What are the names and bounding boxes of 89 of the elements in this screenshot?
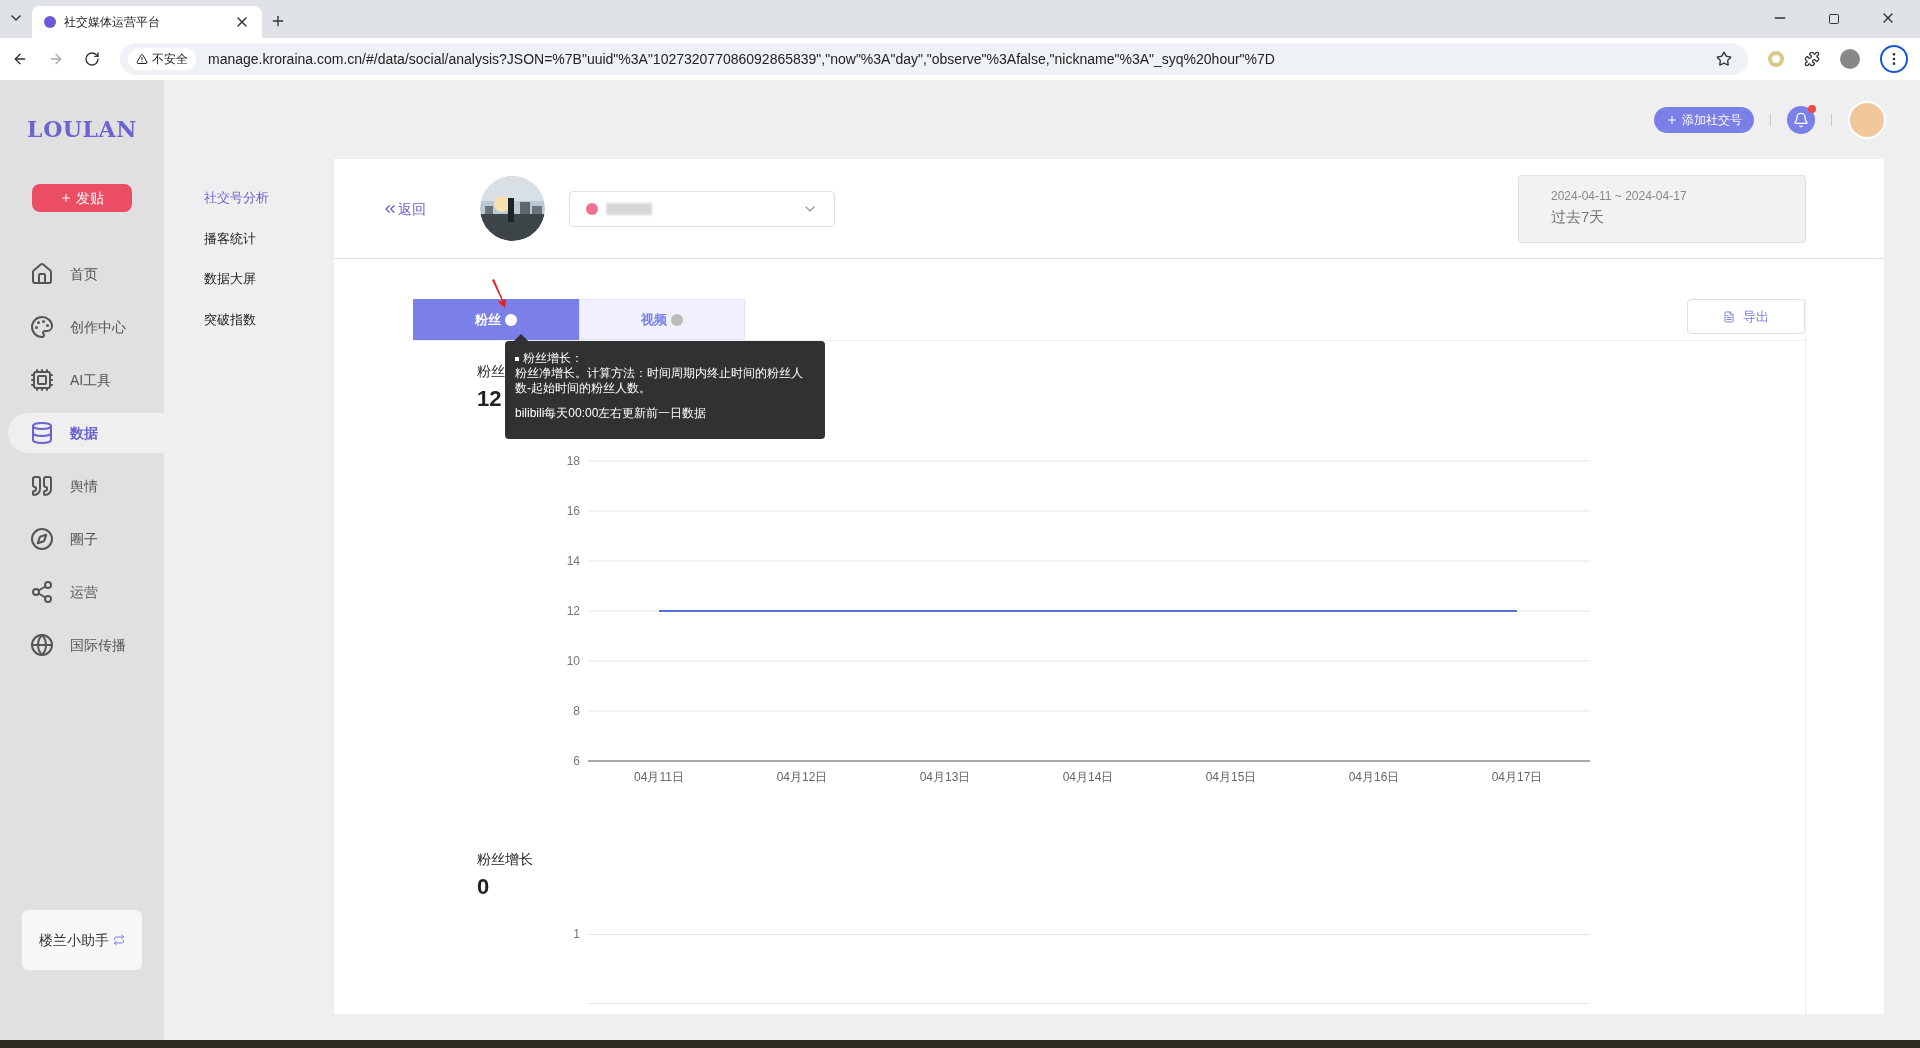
sidebar-item[interactable]: 运营 [8, 572, 164, 612]
reload-icon[interactable] [84, 51, 100, 67]
address-bar[interactable]: 不安全 manage.kroraina.com.cn/#/data/social/analysis?JSON=%7B"uuid"%3A"102732077086092865839","now"%3A"day","observe"%3Afalse,"nickname"%3A"_syq%20hour"%7D [120, 43, 1748, 75]
new-tab-icon[interactable] [270, 13, 286, 29]
y-tick-label: 10 [566, 654, 581, 668]
sidebar-item[interactable]: 国际传播 [8, 625, 164, 665]
y-tick-label: 18 [566, 454, 581, 468]
section-title: 粉丝增长 [477, 850, 533, 869]
info-icon [505, 313, 517, 326]
tab[interactable]: 视频 [579, 299, 745, 340]
home-icon [30, 262, 54, 286]
line-chart: 6 8 10 12 14 16 18 04月11日 04月12日 04月13日 04月14日 04月15日 04月16日 04月17日 [540, 446, 1600, 791]
x-tick-label: 04月14日 [1062, 770, 1114, 784]
blurred-name [606, 202, 652, 215]
profile-icon[interactable] [1840, 49, 1860, 69]
bookmark-icon[interactable] [1716, 51, 1732, 67]
section-value: 0 [477, 873, 490, 901]
security-chip[interactable]: 不安全 [128, 48, 196, 70]
arrow-icon [491, 279, 507, 309]
tooltip-title: 粉丝增长： [523, 351, 583, 366]
sidebar-item[interactable]: 数据 [8, 413, 164, 453]
switch-icon [113, 934, 125, 946]
x-tick-label: 04月15日 [1205, 770, 1257, 784]
date-range: 2024-04-11 ~ 2024-04-17 [1551, 188, 1688, 205]
assistant-button[interactable]: 楼兰小助手 [22, 910, 142, 970]
sidebar-item[interactable]: 圈子 [8, 519, 164, 559]
export-button[interactable]: 导出 [1687, 299, 1805, 334]
subnav-item[interactable]: 数据大屏 [204, 269, 334, 289]
y-tick-label: 12 [566, 604, 581, 618]
sidebar-label: 运营 [70, 583, 98, 602]
x-tick-label: 04月17日 [1491, 770, 1543, 784]
logo: LOULAN [27, 115, 137, 144]
sidebar-label: 数据 [70, 424, 98, 443]
extensions-icon[interactable] [1804, 51, 1820, 67]
period-label: 过去7天 [1551, 207, 1606, 228]
sidebar-label: 圈子 [70, 530, 98, 549]
subnav-item[interactable]: 社交号分析 [204, 188, 334, 208]
favicon-icon [44, 16, 56, 28]
notification-button[interactable] [1787, 105, 1815, 134]
palette-icon [30, 315, 54, 339]
sidebar-item[interactable]: 首页 [8, 254, 164, 294]
browser-tab[interactable]: 社交媒体运营平台 [32, 6, 262, 38]
sidebar-label: 首页 [70, 265, 98, 284]
tooltip-note: bilibili每天00:00左右更新前一日数据 [515, 406, 708, 421]
section-title: 粉丝 [477, 362, 505, 381]
sidebar-item[interactable]: AI工具 [8, 360, 164, 400]
subnav-item[interactable]: 突破指数 [204, 309, 334, 329]
sidebar-label: 国际传播 [70, 636, 126, 655]
x-tick-label: 04月12日 [776, 770, 828, 784]
back-icon[interactable] [12, 51, 28, 67]
restore-icon[interactable] [1828, 13, 1840, 25]
compass-icon [30, 527, 54, 551]
sidebar-item[interactable]: 创作中心 [8, 307, 164, 347]
bilibili-icon [586, 202, 598, 215]
tooltip-text: 粉丝净增长。计算方法：时间周期内终止时间的粉丝人数-起始时间的粉丝人数。 [515, 366, 804, 396]
url-text: manage.kroraina.com.cn/#/data/social/analysis?JSON=%7B"uuid"%3A"102732077086092865839","now"%3A"day","observe"%3Afalse,"nickname"%3A"_syq%20hour"%7D [208, 50, 1276, 69]
network-icon [30, 580, 54, 604]
sidebar-item[interactable]: 舆情 [8, 466, 164, 506]
menu-icon[interactable] [1880, 45, 1908, 73]
y-tick-label: 16 [566, 504, 581, 518]
plus-icon [1666, 113, 1678, 126]
info-icon [671, 313, 683, 326]
warning-icon [136, 53, 148, 65]
subnav-item[interactable]: 播客统计 [204, 228, 334, 248]
plus-icon [60, 192, 72, 204]
y-tick-label: 6 [573, 754, 581, 768]
sidebar-label: 创作中心 [70, 318, 126, 337]
sidebar-label: AI工具 [70, 371, 112, 390]
x-tick-label: 04月13日 [919, 770, 971, 784]
tab[interactable]: 粉丝 [413, 299, 579, 340]
add-account-button[interactable]: 添加社交号 [1654, 106, 1754, 133]
tab-title: 社交媒体运营平台 [64, 14, 161, 30]
y-tick-label: 14 [566, 554, 581, 568]
document-icon [1723, 310, 1735, 323]
x-tick-label: 04月16日 [1348, 770, 1400, 784]
database-icon [30, 421, 54, 445]
x-tick-label: 04月11日 [634, 770, 684, 784]
section-value: 12 [477, 385, 502, 413]
y-tick-label: 8 [573, 704, 581, 718]
quote-icon [30, 474, 54, 498]
bullet-icon [515, 356, 519, 361]
date-range-picker[interactable]: 2024-04-11 ~ 2024-04-17 过去7天 [1518, 174, 1806, 243]
globe-icon [30, 633, 54, 657]
bell-icon [1793, 111, 1809, 128]
axis-label: 1 [572, 926, 580, 943]
assistant-label: 楼兰小助手 [39, 931, 109, 950]
sidebar-label: 舆情 [70, 477, 98, 496]
post-button[interactable]: 发贴 [32, 184, 132, 212]
back-link[interactable]: 返回 [382, 198, 426, 219]
